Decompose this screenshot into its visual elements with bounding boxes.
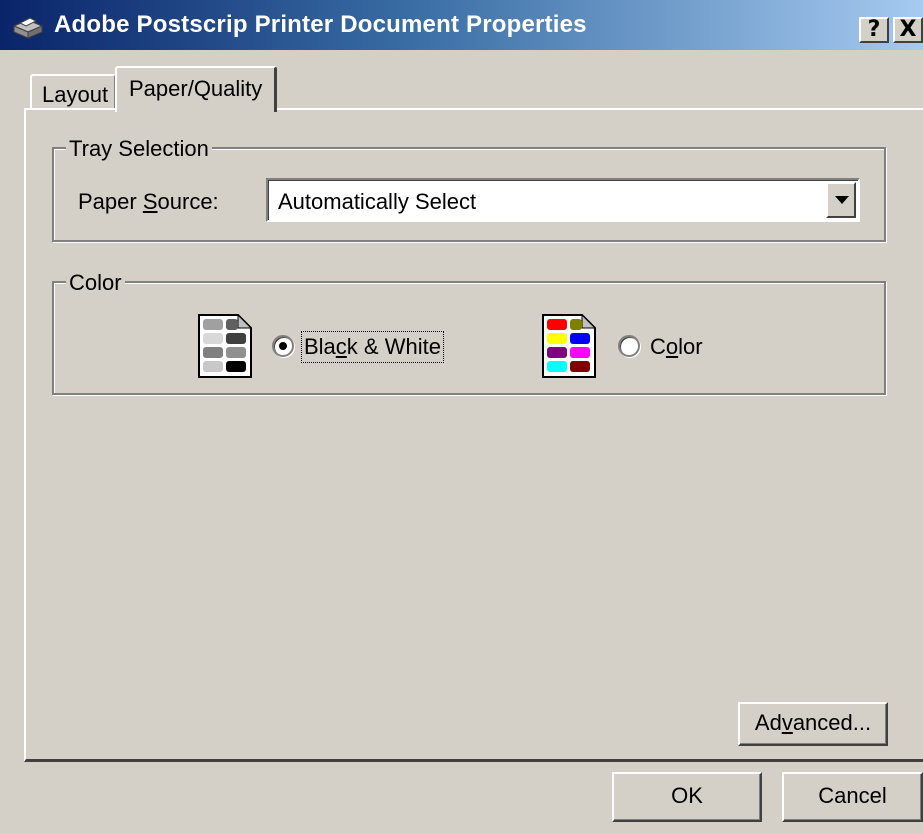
close-button[interactable]: X (893, 17, 923, 43)
printer-icon (12, 17, 44, 39)
color-title: Color (66, 270, 125, 296)
tab-paper-quality-label: Paper/Quality (129, 76, 263, 101)
tab-layout-label: Layout (42, 82, 109, 107)
title-bar: Adobe Postscrip Printer Document Propert… (0, 0, 923, 50)
color-group (52, 281, 886, 395)
color-option-label[interactable]: Color (650, 334, 703, 360)
window-title: Adobe Postscrip Printer Document Propert… (54, 11, 587, 38)
dropdown-button[interactable] (826, 182, 856, 218)
grayscale-page-icon (198, 314, 252, 378)
tray-selection-title: Tray Selection (66, 136, 212, 162)
black-white-radio[interactable] (272, 335, 294, 357)
paper-source-label: Paper Source: (78, 189, 219, 214)
advanced-button[interactable]: Advanced... (738, 702, 888, 746)
cancel-button[interactable]: Cancel (782, 772, 923, 822)
color-radio[interactable] (618, 335, 640, 357)
help-button[interactable]: ? (859, 17, 889, 43)
tab-paper-quality[interactable]: Paper/Quality (115, 66, 277, 112)
ok-button[interactable]: OK (612, 772, 762, 822)
color-page-icon (542, 314, 596, 378)
chevron-down-icon (835, 196, 849, 204)
black-white-label[interactable]: Black & White (301, 331, 444, 363)
paper-source-select[interactable]: Automatically Select (266, 178, 860, 222)
paper-source-value: Automatically Select (278, 189, 477, 214)
tab-layout[interactable]: Layout (30, 74, 116, 110)
